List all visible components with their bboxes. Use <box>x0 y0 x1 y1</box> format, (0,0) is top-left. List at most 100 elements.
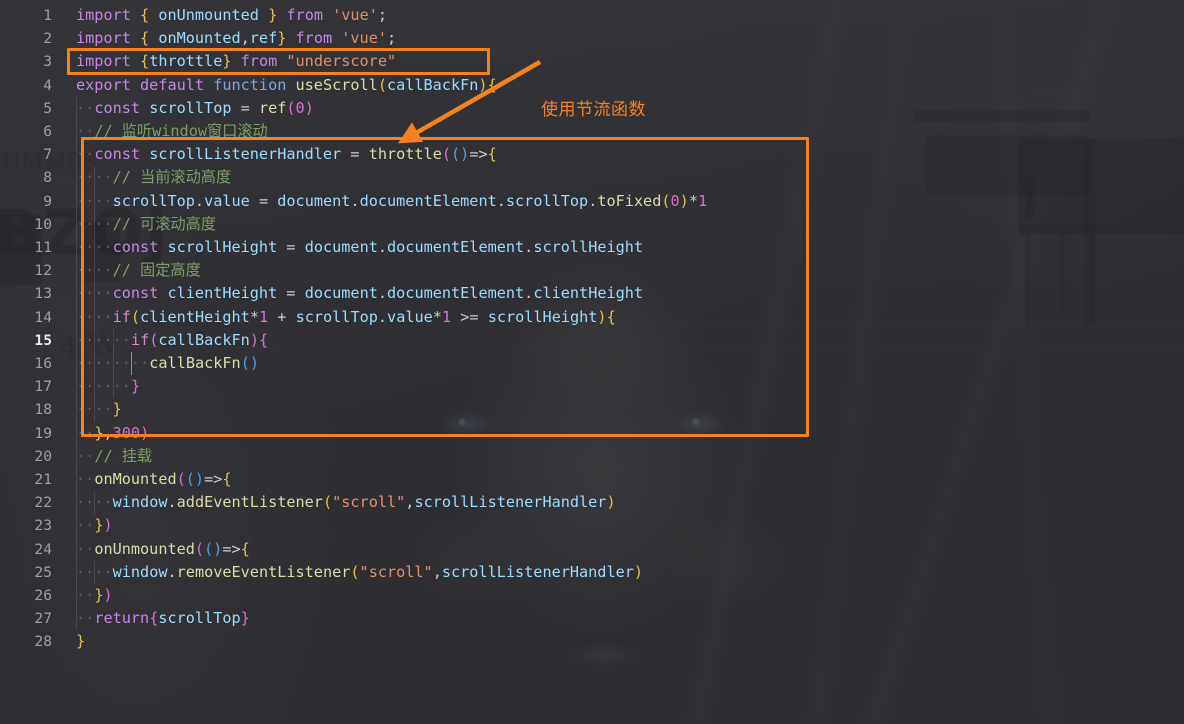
code-line-text[interactable]: import { onMounted,ref} from 'vue'; <box>76 27 396 50</box>
code-token: } <box>240 609 250 628</box>
code-line-text[interactable]: } <box>76 630 85 653</box>
code-token: * <box>432 307 442 326</box>
code-line-text[interactable]: ····window.addEventListener("scroll",scr… <box>76 491 616 514</box>
code-line[interactable]: 8 ····// 当前滚动高度 <box>0 166 1184 189</box>
code-line-text[interactable]: export default function useScroll(callBa… <box>76 74 497 97</box>
code-line[interactable]: 17 ······} <box>0 375 1184 398</box>
code-line[interactable]: 18 ····} <box>0 398 1184 421</box>
code-line[interactable]: 13 ····const clientHeight = document.docu… <box>0 282 1184 305</box>
code-line-text[interactable]: ····const clientHeight = document.docume… <box>76 282 643 305</box>
code-line-text[interactable]: ··// 挂载 <box>76 445 152 468</box>
code-line[interactable]: 11 ····const scrollHeight = document.docu… <box>0 236 1184 259</box>
code-token: · <box>103 377 113 396</box>
code-token: ) <box>606 493 616 512</box>
code-line[interactable]: 21 ··onMounted(()=>{ <box>0 468 1184 491</box>
code-line-text[interactable]: ····if(clientHeight*1 + scrollTop.value*… <box>76 306 616 329</box>
code-token: = <box>350 145 360 164</box>
code-token: ) <box>213 539 223 558</box>
code-token: { <box>606 307 616 326</box>
code-line[interactable]: 12 ····// 固定高度 <box>0 259 1184 282</box>
code-token: · <box>85 354 95 372</box>
code-line[interactable]: 28} <box>0 630 1184 653</box>
code-line[interactable]: 5 ··const scrollTop = ref(0) <box>0 97 1184 120</box>
code-token: = <box>258 191 269 210</box>
code-token: addEventListener <box>176 493 323 512</box>
code-line-text[interactable]: ··return{scrollTop} <box>76 607 250 630</box>
code-line[interactable]: 23 ··}) <box>0 514 1184 537</box>
code-line[interactable]: 6 ··// 监听window窗口滚动 <box>0 120 1184 143</box>
code-lines-container[interactable]: 1 import { onUnmounted } from 'vue'; 2 impo… <box>0 0 1184 724</box>
code-line[interactable]: 3 import {throttle} from "underscore" <box>0 50 1184 73</box>
line-number: 21 <box>34 471 52 488</box>
code-token: { <box>258 330 269 349</box>
code-line[interactable]: 24 ··onUnmounted(()=>{ <box>0 538 1184 561</box>
code-line-text[interactable]: ····// 可滚动高度 <box>76 213 216 236</box>
code-line[interactable]: 19 ··},300) <box>0 422 1184 445</box>
code-token: ( <box>661 191 671 210</box>
code-line[interactable]: 16 ········callBackFn() <box>0 352 1184 375</box>
code-line[interactable]: 10 ····// 可滚动高度 <box>0 213 1184 236</box>
code-token: · <box>85 261 95 280</box>
code-token: · <box>103 238 113 256</box>
code-line[interactable]: 26 ··}) <box>0 584 1184 607</box>
code-line-text[interactable]: ··const scrollTop = ref(0) <box>76 97 314 120</box>
code-token: clientHeight <box>167 284 278 303</box>
code-line-text[interactable]: ··onMounted(()=>{ <box>76 468 232 491</box>
code-token: · <box>76 284 86 303</box>
code-line-text[interactable]: ····// 当前滚动高度 <box>76 166 231 189</box>
code-line-text[interactable]: ····scrollTop.value = document.documentE… <box>76 190 707 213</box>
code-token: const <box>112 284 159 303</box>
code-line-text[interactable]: ····} <box>76 398 122 421</box>
code-token: document <box>277 191 351 210</box>
code-token: throttle <box>368 145 442 164</box>
code-line-text[interactable]: ········callBackFn() <box>76 352 259 375</box>
code-line[interactable]: 7 ··const scrollListenerHandler = throttl… <box>0 143 1184 166</box>
code-line-text[interactable]: ····const scrollHeight = document.docume… <box>76 236 643 259</box>
line-number: 3 <box>43 53 52 71</box>
code-token: ; <box>386 29 397 48</box>
code-line-text[interactable]: import { onUnmounted } from 'vue'; <box>76 4 387 27</box>
code-token: ( <box>322 493 333 512</box>
code-line[interactable]: 20 ··// 挂载 <box>0 445 1184 468</box>
code-token: onUnmounted <box>158 6 259 24</box>
code-line[interactable]: 27 ··return{scrollTop} <box>0 607 1184 630</box>
code-line-text[interactable]: ··const scrollListenerHandler = throttle… <box>76 143 497 166</box>
code-line[interactable]: 15 ······if(callBackFn){ <box>0 329 1184 352</box>
code-line[interactable]: 2 import { onMounted,ref} from 'vue'; <box>0 27 1184 50</box>
code-line[interactable]: 25 ····window.removeEventListener("scroll… <box>0 561 1184 584</box>
code-line-text[interactable]: ······if(callBackFn){ <box>76 329 268 352</box>
code-token: throttle <box>149 52 223 71</box>
code-line-text[interactable]: ······} <box>76 375 140 398</box>
code-line-text[interactable]: ··}) <box>76 584 113 607</box>
code-line-text[interactable]: ··},300) <box>76 422 149 445</box>
code-token: { <box>140 29 150 48</box>
code-token: scrollTop <box>295 307 378 326</box>
code-line-text[interactable]: ····window.removeEventListener("scroll",… <box>76 561 643 584</box>
code-token: 1 <box>697 191 708 210</box>
code-line-text[interactable]: ··}) <box>76 514 113 537</box>
code-editor[interactable]: BZOJ HMMBS / 4 W 1import { onUnmounted }… <box>0 0 1184 724</box>
line-number: 15 <box>34 331 52 349</box>
code-token: { <box>140 6 150 24</box>
code-token: const <box>112 238 159 256</box>
code-token: . <box>167 493 177 512</box>
code-token: ) <box>460 145 470 164</box>
code-line[interactable]: 4 export default function useScroll(callB… <box>0 74 1184 97</box>
code-line-text[interactable]: ··onUnmounted(()=>{ <box>76 538 250 561</box>
code-line[interactable]: 14 ····if(clientHeight*1 + scrollTop.valu… <box>0 306 1184 329</box>
code-line[interactable]: 1 import { onUnmounted } from 'vue'; <box>0 4 1184 27</box>
code-token: . <box>588 191 598 210</box>
code-token: function <box>213 75 287 94</box>
code-line-text[interactable]: ··// 监听window窗口滚动 <box>76 120 268 143</box>
code-line[interactable]: 9 ····scrollTop.value = document.document… <box>0 190 1184 213</box>
code-token: · <box>85 214 95 233</box>
code-token: scrollTop <box>505 191 589 210</box>
code-line[interactable]: 22 ····window.addEventListener("scroll",s… <box>0 491 1184 514</box>
code-line-text[interactable]: import {throttle} from "underscore" <box>76 50 396 73</box>
